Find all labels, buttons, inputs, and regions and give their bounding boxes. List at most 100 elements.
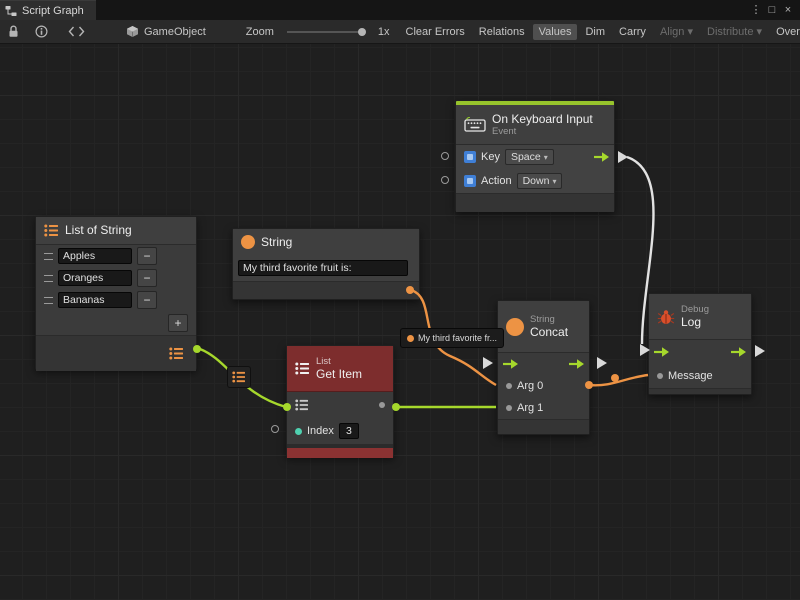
node-title: List of String — [65, 223, 132, 237]
remove-item-button[interactable]: − — [137, 291, 157, 309]
distribute-button[interactable]: Distribute ▾ — [701, 23, 768, 40]
index-input-port[interactable] — [295, 428, 302, 435]
list-item-field[interactable]: Apples — [58, 248, 132, 264]
index-field[interactable]: 3 — [339, 423, 359, 439]
bug-icon — [657, 309, 675, 325]
remove-item-button[interactable]: − — [137, 269, 157, 287]
flow-arrow-marker — [755, 345, 765, 357]
gameobject-button[interactable]: GameObject — [119, 25, 213, 38]
message-row: Message — [649, 364, 751, 388]
flow-input-port[interactable] — [502, 358, 519, 370]
flow-output-port[interactable] — [730, 346, 747, 358]
list-icon — [295, 362, 310, 375]
action-sync-port[interactable] — [441, 176, 449, 184]
maximize-button[interactable]: □ — [764, 0, 780, 20]
dim-button[interactable]: Dim — [579, 24, 611, 40]
key-sync-port[interactable] — [441, 152, 449, 160]
message-input-port[interactable] — [657, 373, 663, 379]
action-icon — [464, 175, 476, 187]
chevron-down-icon: ▾ — [757, 26, 763, 38]
wire-value-dot — [611, 374, 619, 382]
drag-handle-icon[interactable] — [44, 253, 53, 260]
script-graph-window: Script Graph ⋮ □ × GameObject Zoom 1x Cl… — [0, 0, 800, 600]
add-item-button[interactable]: + — [168, 314, 188, 332]
clear-errors-button[interactable]: Clear Errors — [400, 24, 471, 40]
zoom-control: Zoom 1x — [239, 26, 397, 38]
string-value-field[interactable]: My third favorite fruit is: — [238, 260, 408, 276]
lock-icon — [8, 25, 19, 38]
node-title: Concat — [530, 325, 568, 339]
lock-button[interactable] — [0, 20, 27, 43]
list-icon — [295, 399, 309, 411]
message-label: Message — [668, 370, 713, 382]
flow-output-port[interactable] — [593, 151, 610, 163]
wire-list-value-badge — [227, 366, 251, 388]
flow-output-port[interactable] — [568, 358, 585, 370]
info-icon — [35, 25, 48, 38]
wire-string-value-badge: My third favorite fr... — [400, 328, 504, 348]
key-label: Key — [481, 151, 500, 163]
list-item-field[interactable]: Oranges — [58, 270, 132, 286]
drag-handle-icon[interactable] — [44, 297, 53, 304]
item-output-port[interactable] — [379, 402, 385, 408]
distribute-label: Distribute — [707, 26, 753, 38]
align-button[interactable]: Align ▾ — [654, 23, 699, 40]
concat-result-port[interactable] — [585, 381, 593, 389]
node-list-of-string[interactable]: List of String Apples − Oranges − Banana… — [35, 216, 197, 370]
flow-input-port[interactable] — [653, 346, 670, 358]
arg0-input-port[interactable] — [506, 383, 512, 389]
close-button[interactable]: × — [780, 0, 796, 20]
values-button[interactable]: Values — [533, 24, 578, 40]
action-value: Down — [523, 175, 550, 187]
titlebar: Script Graph ⋮ □ × — [0, 0, 800, 20]
node-header: Debug Log — [649, 294, 751, 340]
arg1-row: Arg 1 — [498, 397, 589, 419]
index-edge-port[interactable] — [271, 425, 279, 433]
node-footer — [233, 281, 419, 299]
list-output-row — [36, 335, 196, 371]
carry-button[interactable]: Carry — [613, 24, 652, 40]
action-dropdown[interactable]: Down▾ — [517, 173, 563, 189]
gameobject-icon — [126, 25, 139, 38]
zoom-slider-knob[interactable] — [358, 28, 366, 36]
drag-handle-icon[interactable] — [44, 275, 53, 282]
chevron-down-icon: ▾ — [552, 177, 556, 186]
window-controls: ⋮ □ × — [748, 0, 800, 20]
list-item-row: Bananas − — [36, 289, 196, 311]
remove-item-button[interactable]: − — [137, 247, 157, 265]
key-dropdown[interactable]: Space▾ — [505, 149, 554, 165]
index-row: Index 3 — [287, 418, 393, 444]
index-label: Index — [307, 425, 334, 437]
code-view-button[interactable] — [60, 20, 93, 43]
string-output-port[interactable] — [406, 286, 414, 294]
relations-button[interactable]: Relations — [473, 24, 531, 40]
getitem-list-input-port[interactable] — [283, 403, 291, 411]
list-item-field[interactable]: Bananas — [58, 292, 132, 308]
info-button[interactable] — [27, 20, 56, 43]
tab-script-graph[interactable]: Script Graph — [0, 0, 96, 20]
node-string-literal[interactable]: String My third favorite fruit is: — [232, 228, 420, 300]
list-output-port[interactable] — [193, 345, 201, 353]
node-get-item[interactable]: List Get Item Index 3 — [286, 345, 394, 457]
arg1-input-port[interactable] — [506, 405, 512, 411]
window-menu-button[interactable]: ⋮ — [748, 0, 764, 20]
string-value-row: My third favorite fruit is: — [233, 255, 419, 281]
node-title: Get Item — [316, 367, 362, 381]
node-header: String — [233, 229, 419, 255]
node-subtitle: Event — [492, 126, 593, 137]
arg0-row: Arg 0 — [498, 375, 589, 397]
graph-canvas[interactable]: On Keyboard Input Event Key Space▾ Actio… — [0, 44, 800, 600]
node-header: List of String — [36, 217, 196, 245]
overview-button[interactable]: Overv — [770, 24, 800, 40]
arg0-label: Arg 0 — [517, 380, 543, 392]
node-concat[interactable]: String Concat Arg 0 Arg 1 — [497, 300, 590, 435]
node-title: On Keyboard Input — [492, 112, 593, 126]
node-debug-log[interactable]: Debug Log Message — [648, 293, 752, 395]
string-icon — [241, 235, 255, 249]
key-icon — [464, 151, 476, 163]
zoom-slider[interactable] — [287, 31, 365, 33]
node-footer — [498, 419, 589, 434]
getitem-item-output-port[interactable] — [392, 403, 400, 411]
node-on-keyboard-input[interactable]: On Keyboard Input Event Key Space▾ Actio… — [455, 100, 615, 212]
node-title: Log — [681, 315, 709, 329]
